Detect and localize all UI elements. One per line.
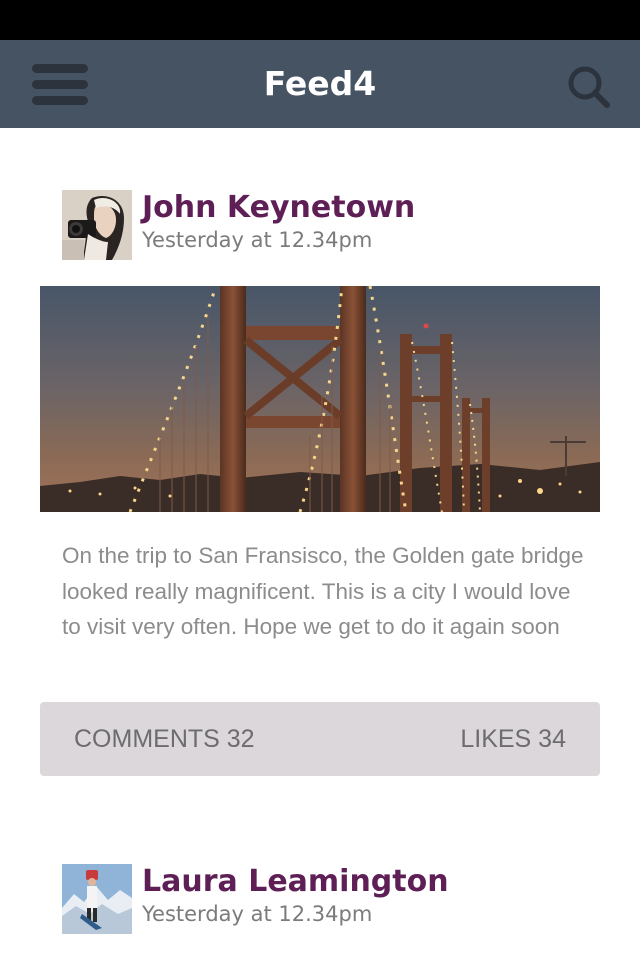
hamburger-icon-bar-bottom xyxy=(32,96,88,105)
post-image[interactable] xyxy=(40,286,600,512)
author-name[interactable]: John Keynetown xyxy=(142,190,415,225)
post-timestamp: Yesterday at 12.34pm xyxy=(142,902,373,926)
post-header: John Keynetown Yesterday at 12.34pm xyxy=(40,190,600,260)
mountain-avatar-image xyxy=(62,864,132,934)
hamburger-icon-bar-top xyxy=(32,64,88,73)
post-actions-bar: COMMENTS 32 LIKES 34 xyxy=(40,702,600,776)
feed-post: Laura Leamington Yesterday at 12.34pm xyxy=(40,864,600,934)
post-header: Laura Leamington Yesterday at 12.34pm xyxy=(40,864,600,934)
photographer-avatar-image xyxy=(62,190,132,260)
likes-button[interactable]: LIKES 34 xyxy=(460,702,566,776)
golden-gate-bridge-image xyxy=(40,286,600,512)
author-avatar[interactable] xyxy=(62,864,132,934)
status-bar xyxy=(0,0,640,40)
search-button[interactable] xyxy=(566,64,612,110)
author-name[interactable]: Laura Leamington xyxy=(142,864,449,899)
search-icon xyxy=(568,66,610,108)
menu-button[interactable] xyxy=(32,64,88,106)
post-timestamp: Yesterday at 12.34pm xyxy=(142,228,373,252)
feed-post: John Keynetown Yesterday at 12.34pm On t… xyxy=(40,190,600,776)
comments-button[interactable]: COMMENTS 32 xyxy=(74,702,255,776)
app-title: Feed4 xyxy=(263,64,377,103)
post-text: On the trip to San Fransisco, the Golden… xyxy=(62,543,584,639)
hamburger-icon-bar-middle xyxy=(32,80,88,89)
author-avatar[interactable] xyxy=(62,190,132,260)
nav-bar: Feed4 xyxy=(0,40,640,128)
